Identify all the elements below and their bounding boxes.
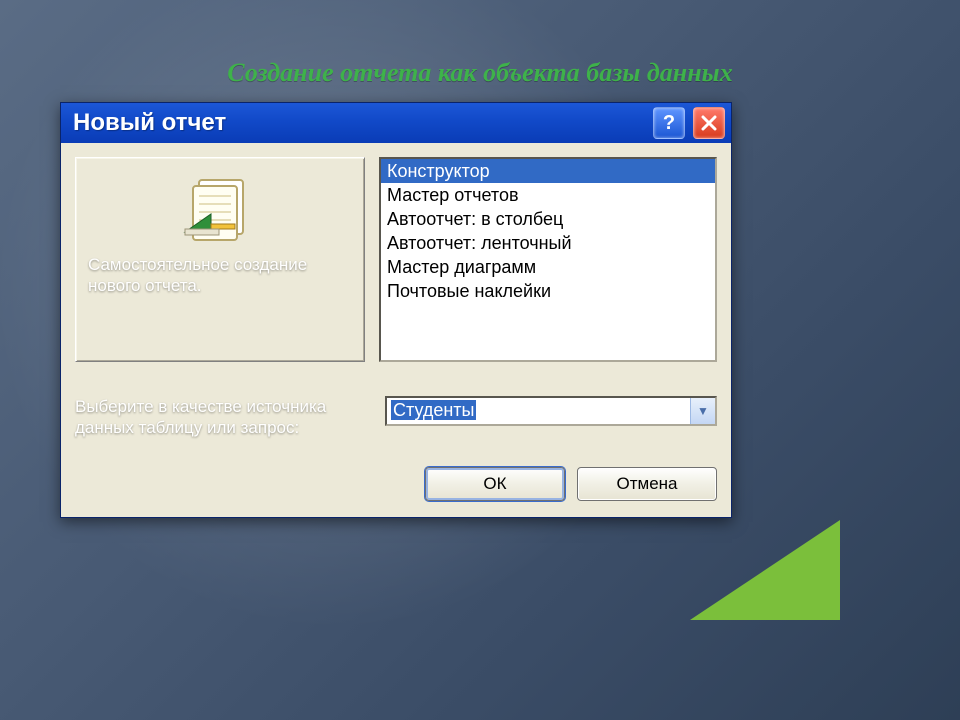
list-item[interactable]: Автоотчет: ленточный — [381, 231, 715, 255]
close-icon — [700, 114, 718, 132]
cancel-button[interactable]: Отмена — [577, 467, 717, 501]
help-icon: ? — [663, 112, 675, 135]
report-type-listbox[interactable]: КонструкторМастер отчетовАвтоотчет: в ст… — [379, 157, 717, 362]
slide-title: Создание отчета как объекта базы данных — [0, 58, 960, 88]
close-button[interactable] — [693, 107, 725, 139]
list-item[interactable]: Мастер отчетов — [381, 183, 715, 207]
source-label: Выберите в качестве источника данных таб… — [75, 396, 365, 439]
list-item[interactable]: Конструктор — [381, 159, 715, 183]
list-item[interactable]: Автоотчет: в столбец — [381, 207, 715, 231]
preview-pane: Самостоятельное создание нового отчета. — [75, 157, 365, 362]
dialog-title: Новый отчет — [73, 109, 645, 137]
list-item[interactable]: Мастер диаграмм — [381, 255, 715, 279]
ok-button[interactable]: ОК — [425, 467, 565, 501]
list-item[interactable]: Почтовые наклейки — [381, 279, 715, 303]
titlebar[interactable]: Новый отчет ? — [61, 103, 731, 143]
chevron-down-icon: ▼ — [690, 398, 715, 424]
report-icon — [181, 174, 259, 244]
help-button[interactable]: ? — [653, 107, 685, 139]
source-value: Студенты — [387, 398, 690, 424]
preview-caption: Самостоятельное создание нового отчета. — [88, 254, 352, 297]
new-report-dialog: Новый отчет ? — [60, 102, 732, 518]
source-combobox[interactable]: Студенты ▼ — [385, 396, 717, 426]
